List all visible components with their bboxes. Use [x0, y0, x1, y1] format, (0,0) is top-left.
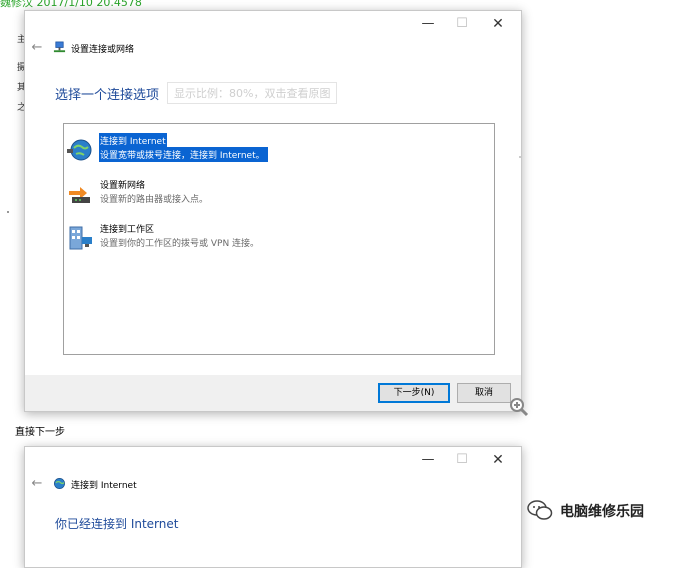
wechat-logo-icon [527, 500, 553, 520]
back-arrow-icon[interactable]: ← [29, 476, 45, 491]
page-heading: 你已经连接到 Internet [55, 517, 179, 531]
zoom-tooltip: 显示比例：80%，双击查看原图 [167, 82, 338, 104]
globe-network-icon [67, 139, 92, 161]
page-heading: 选择一个连接选项 [55, 88, 160, 103]
option-description: 设置到你的工作区的拨号或 VPN 连接。 [100, 239, 260, 249]
background-article-header: 魏修汉 2017/1/10 20.4578 [0, 0, 142, 9]
workplace-building-icon [69, 226, 92, 250]
router-setup-icon [69, 187, 90, 203]
close-button[interactable]: ✕ [481, 14, 515, 34]
dialog-footer: 下一步(N) 取消 [25, 375, 521, 411]
option-title: 设置新网络 [100, 181, 146, 191]
option-title: 连接到 Internet [99, 133, 167, 148]
zoom-magnifier-icon[interactable] [509, 397, 529, 417]
option-setup-new-network[interactable]: 设置新网络 设置新的路由器或接入点。 [66, 177, 486, 213]
network-setup-icon [53, 41, 66, 53]
instruction-text: 直接下一步 [15, 427, 65, 438]
option-description: 设置宽带或拨号连接，连接到 Internet。 [99, 147, 268, 162]
minimize-button[interactable]: — [411, 450, 445, 470]
next-button[interactable]: 下一步(N) [378, 383, 450, 403]
maximize-button[interactable]: ☐ [445, 14, 479, 34]
setup-connection-dialog: — ☐ ✕ ← 设置连接或网络 选择一个连接选项 显示比例：80%，双击查看原图… [24, 10, 529, 417]
cancel-button[interactable]: 取消 [457, 383, 511, 403]
globe-network-icon [54, 478, 65, 489]
option-connect-internet[interactable]: 连接到 Internet 设置宽带或拨号连接，连接到 Internet。 [66, 133, 486, 169]
connection-options-list: 连接到 Internet 设置宽带或拨号连接，连接到 Internet。 设置新… [63, 123, 495, 355]
option-description: 设置新的路由器或接入点。 [100, 195, 209, 205]
minimize-button[interactable]: — [411, 14, 445, 34]
back-arrow-icon[interactable]: ← [29, 40, 45, 55]
option-connect-workplace[interactable]: 连接到工作区 设置到你的工作区的拨号或 VPN 连接。 [66, 221, 486, 257]
maximize-button[interactable]: ☐ [445, 450, 479, 470]
dialog-title: 连接到 Internet [71, 481, 137, 491]
dialog-title: 设置连接或网络 [71, 45, 135, 55]
connect-internet-dialog: — ☐ ✕ ← 连接到 Internet 你已经连接到 Internet [24, 446, 522, 568]
close-button[interactable]: ✕ [481, 450, 515, 470]
watermark-text: 电脑维修乐园 [560, 504, 644, 520]
option-title: 连接到工作区 [100, 225, 155, 235]
bullet-dot [7, 211, 9, 213]
window-edge-mark [519, 156, 521, 158]
